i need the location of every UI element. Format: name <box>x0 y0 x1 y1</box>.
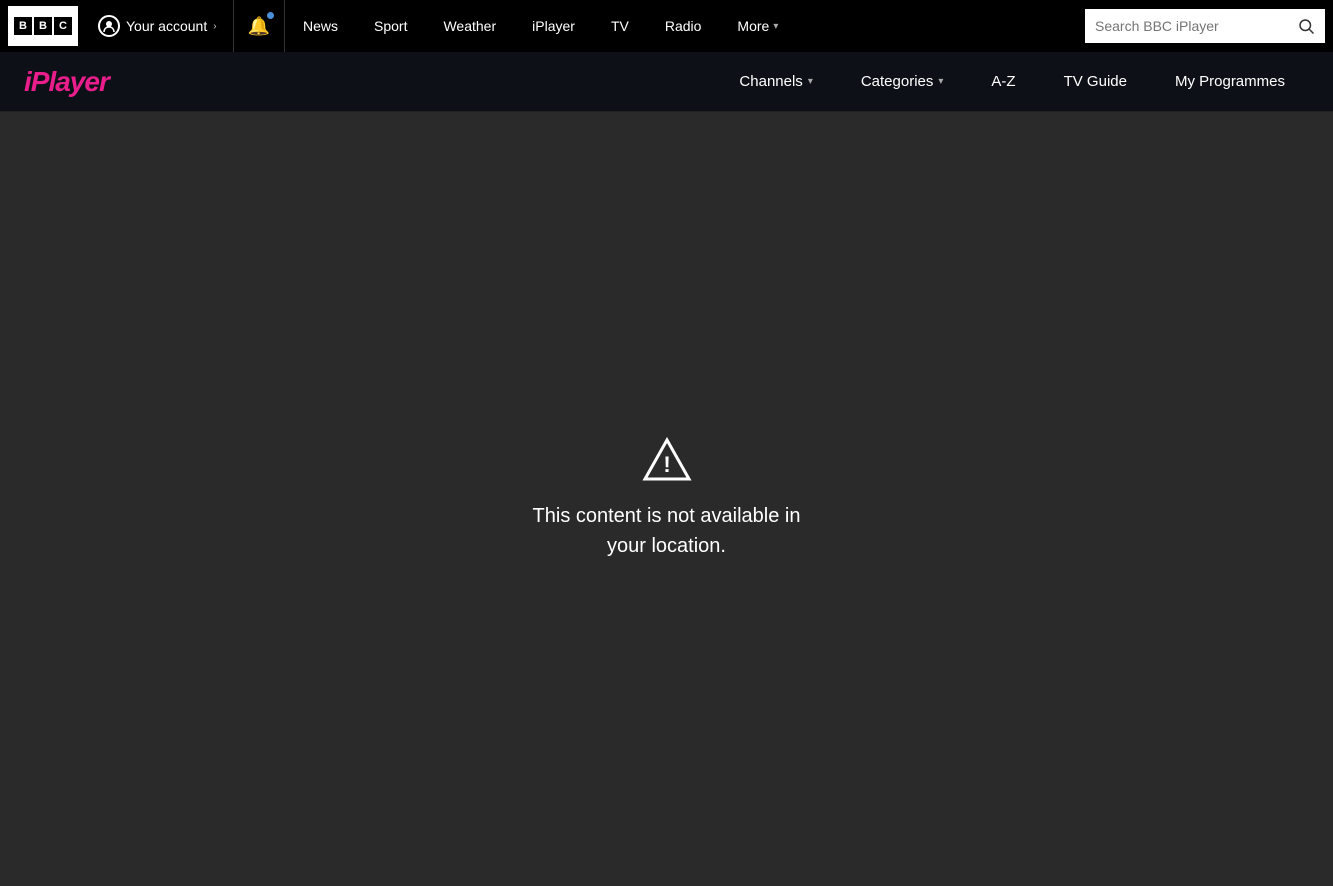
bbc-logo-c: C <box>54 17 72 35</box>
nav-item-iplayer[interactable]: iPlayer <box>514 0 593 52</box>
search-icon <box>1297 17 1315 35</box>
iplayer-nav-channels[interactable]: Channels ▾ <box>715 52 836 112</box>
nav-label-radio: Radio <box>665 18 702 34</box>
categories-label: Categories <box>861 73 934 90</box>
bbc-logo-b1: B <box>14 17 32 35</box>
search-button[interactable] <box>1287 9 1325 43</box>
nav-item-weather[interactable]: Weather <box>425 0 514 52</box>
more-dropdown-icon: ▾ <box>773 21 778 32</box>
account-icon <box>98 15 120 37</box>
iplayer-logo-player: Player <box>31 66 109 97</box>
channels-dropdown-icon: ▾ <box>808 76 813 87</box>
categories-dropdown-icon: ▾ <box>938 76 943 87</box>
search-input[interactable] <box>1085 9 1287 43</box>
bbc-logo[interactable]: B B C <box>8 6 78 46</box>
nav-label-weather: Weather <box>443 18 496 34</box>
nav-label-tv: TV <box>611 18 629 34</box>
iplayer-nav-az[interactable]: A-Z <box>967 52 1039 112</box>
chevron-right-icon: › <box>213 21 216 32</box>
iplayer-logo[interactable]: iPlayer <box>24 68 109 96</box>
error-container: ! This content is not available in your … <box>533 437 801 561</box>
tv-guide-label: TV Guide <box>1064 73 1127 90</box>
search-box[interactable] <box>1085 9 1325 43</box>
bbc-top-nav: B B C Your account › 🔔 News Sport Weathe… <box>0 0 1333 52</box>
nav-item-radio[interactable]: Radio <box>647 0 720 52</box>
iplayer-nav-tv-guide[interactable]: TV Guide <box>1040 52 1151 112</box>
nav-item-news[interactable]: News <box>285 0 356 52</box>
az-label: A-Z <box>991 73 1015 90</box>
nav-item-sport[interactable]: Sport <box>356 0 425 52</box>
bell-icon: 🔔 <box>248 16 270 37</box>
nav-label-more: More <box>737 18 769 34</box>
channels-label: Channels <box>739 73 802 90</box>
svg-text:!: ! <box>663 452 670 477</box>
account-label: Your account <box>126 18 207 34</box>
iplayer-nav-my-programmes[interactable]: My Programmes <box>1151 52 1309 112</box>
nav-label-news: News <box>303 18 338 34</box>
bbc-logo-b2: B <box>34 17 52 35</box>
error-line2: your location. <box>533 531 801 561</box>
iplayer-nav: Channels ▾ Categories ▾ A-Z TV Guide My … <box>715 52 1309 112</box>
main-content: ! This content is not available in your … <box>0 112 1333 886</box>
account-menu[interactable]: Your account › <box>82 0 234 52</box>
error-line1: This content is not available in <box>533 501 801 531</box>
nav-label-sport: Sport <box>374 18 407 34</box>
nav-item-more[interactable]: More ▾ <box>719 0 796 52</box>
iplayer-logo-i: i <box>24 66 31 97</box>
error-message: This content is not available in your lo… <box>533 501 801 561</box>
my-programmes-label: My Programmes <box>1175 73 1285 90</box>
warning-icon: ! <box>642 437 692 481</box>
notification-dot <box>267 12 274 19</box>
iplayer-nav-categories[interactable]: Categories ▾ <box>837 52 968 112</box>
nav-label-iplayer: iPlayer <box>532 18 575 34</box>
iplayer-header: iPlayer Channels ▾ Categories ▾ A-Z TV G… <box>0 52 1333 112</box>
nav-item-tv[interactable]: TV <box>593 0 647 52</box>
notifications-bell[interactable]: 🔔 <box>234 0 285 52</box>
